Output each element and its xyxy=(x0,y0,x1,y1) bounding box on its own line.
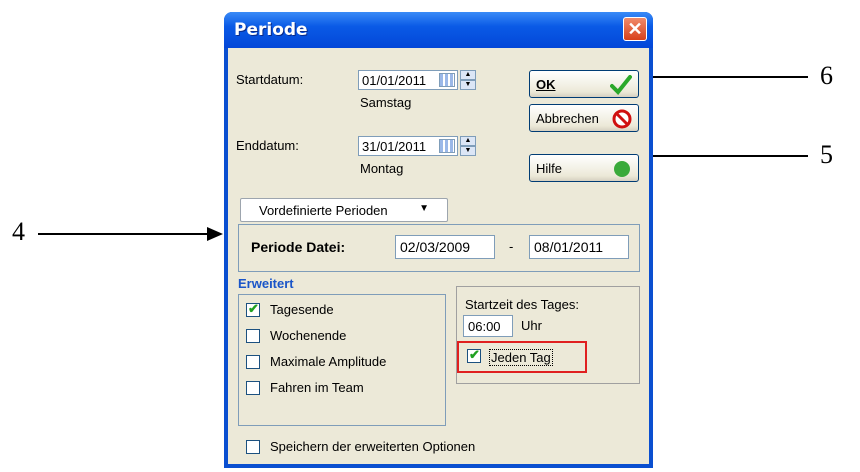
help-button[interactable]: Hilfe xyxy=(529,154,639,182)
startzeit-unit: Uhr xyxy=(521,318,542,333)
checkmark-icon xyxy=(610,75,632,95)
cancel-button[interactable]: Abbrechen xyxy=(529,104,639,132)
end-date-field[interactable]: 31/01/2011 xyxy=(358,136,458,156)
periode-datei-group: Periode Datei: 02/03/2009 - 08/01/2011 xyxy=(238,224,640,272)
maximale-amplitude-checkbox[interactable] xyxy=(246,355,260,369)
help-icon xyxy=(614,161,630,177)
fahren-im-team-label: Fahren im Team xyxy=(270,380,364,395)
spin-up-icon[interactable]: ▲ xyxy=(460,70,476,80)
window-title: Periode xyxy=(234,20,308,40)
save-options-label: Speichern der erweiterten Optionen xyxy=(270,439,476,454)
save-options-checkbox[interactable] xyxy=(246,440,260,454)
cancel-label: Abbrechen xyxy=(536,111,599,126)
calendar-icon[interactable] xyxy=(439,73,455,87)
calendar-icon[interactable] xyxy=(439,139,455,153)
close-button[interactable]: ✕ xyxy=(623,17,647,41)
maximale-amplitude-label: Maximale Amplitude xyxy=(270,354,387,369)
dialog-client: Startdatum: 01/01/2011 ▲ ▼ Samstag Endda… xyxy=(228,48,649,464)
jeden-tag-checkbox[interactable]: ✔ xyxy=(467,347,481,363)
ok-button[interactable]: OK xyxy=(529,70,639,98)
callout-5: 5 xyxy=(820,140,833,169)
erweitert-title: Erweitert xyxy=(238,276,294,291)
ok-label: OK xyxy=(536,77,556,92)
predefined-periods-value: Vordefinierte Perioden xyxy=(259,203,388,218)
spin-down-icon[interactable]: ▼ xyxy=(460,80,476,90)
periode-datei-from[interactable]: 02/03/2009 xyxy=(395,235,495,259)
periode-datei-label: Periode Datei: xyxy=(251,239,346,255)
chevron-down-icon: ▼ xyxy=(419,203,429,214)
check-icon: ✔ xyxy=(248,301,259,316)
startzeit-panel: Startzeit des Tages: 06:00 Uhr ✔ Jeden T… xyxy=(456,286,640,384)
start-date-spinner[interactable]: ▲ ▼ xyxy=(460,70,476,90)
callout-4-line xyxy=(38,233,208,235)
start-date-value: 01/01/2011 xyxy=(362,73,427,88)
close-icon: ✕ xyxy=(627,19,643,39)
periode-dialog: Periode ✕ Startdatum: 01/01/2011 ▲ ▼ Sam… xyxy=(224,12,653,468)
start-weekday: Samstag xyxy=(360,95,412,110)
wochenende-label: Wochenende xyxy=(270,328,347,343)
spin-up-icon[interactable]: ▲ xyxy=(460,136,476,146)
tagesende-checkbox[interactable]: ✔ xyxy=(246,301,260,317)
spin-down-icon[interactable]: ▼ xyxy=(460,146,476,156)
callout-6-line xyxy=(638,76,808,78)
end-date-value: 31/01/2011 xyxy=(362,139,427,154)
periode-datei-to[interactable]: 08/01/2011 xyxy=(529,235,629,259)
help-label: Hilfe xyxy=(536,161,563,176)
end-date-spinner[interactable]: ▲ ▼ xyxy=(460,136,476,156)
wochenende-checkbox[interactable] xyxy=(246,329,260,343)
startzeit-field[interactable]: 06:00 xyxy=(463,315,513,337)
callout-4: 4 xyxy=(12,217,25,246)
check-icon: ✔ xyxy=(469,347,480,362)
callout-4-arrowhead xyxy=(207,227,223,241)
start-date-label: Startdatum: xyxy=(236,72,304,87)
end-date-label: Enddatum: xyxy=(236,138,299,153)
end-weekday: Montag xyxy=(360,161,404,176)
tagesende-label: Tagesende xyxy=(270,302,334,317)
callout-6: 6 xyxy=(820,61,833,90)
jeden-tag-label: Jeden Tag xyxy=(489,349,553,366)
start-date-field[interactable]: 01/01/2011 xyxy=(358,70,458,90)
no-entry-icon xyxy=(612,109,632,129)
periode-datei-separator: - xyxy=(509,239,514,254)
startzeit-label: Startzeit des Tages: xyxy=(465,297,579,312)
fahren-im-team-checkbox[interactable] xyxy=(246,381,260,395)
callout-5-line xyxy=(638,155,808,157)
title-bar[interactable]: Periode ✕ xyxy=(224,12,653,48)
predefined-periods-dropdown[interactable]: Vordefinierte Perioden ▼ xyxy=(240,198,448,222)
